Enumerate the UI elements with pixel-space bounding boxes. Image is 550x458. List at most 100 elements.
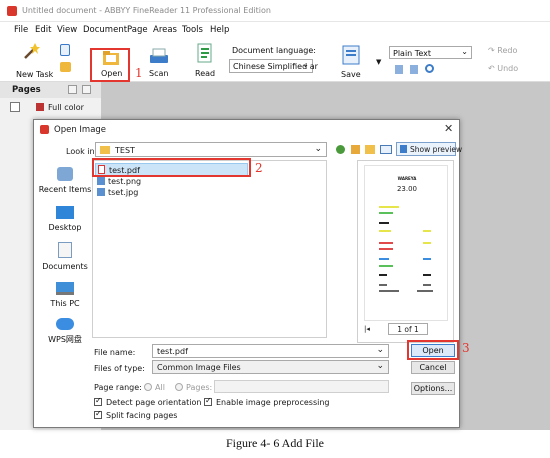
dialog-title-bar: Open Image ✕	[34, 120, 459, 140]
menu-file[interactable]: File	[14, 25, 28, 35]
new-task-button[interactable]: New Task	[12, 40, 53, 80]
preview-line	[379, 206, 399, 208]
back-icon[interactable]	[336, 145, 345, 154]
folder-open-icon	[103, 51, 119, 65]
redo-button[interactable]: ↷ Redo	[488, 46, 517, 55]
menu-page[interactable]: Page	[127, 25, 148, 35]
dialog-logo-icon	[40, 125, 49, 134]
up-folder-icon[interactable]	[351, 145, 360, 154]
detect-orientation-label: Detect page orientation	[106, 398, 202, 407]
menu-document[interactable]: Document	[83, 25, 127, 35]
color-mode-icon	[36, 103, 44, 111]
preview-line	[379, 230, 391, 232]
place-desktop[interactable]: Desktop	[34, 206, 96, 232]
preview-line	[379, 284, 387, 286]
files-of-type-value: Common Image Files	[157, 363, 241, 372]
place-label: Desktop	[48, 223, 82, 232]
read-label: Read	[195, 69, 216, 78]
format-option-icon[interactable]	[410, 65, 418, 74]
color-mode-label[interactable]: Full color	[48, 103, 84, 112]
app-logo-icon	[7, 6, 17, 16]
options-button[interactable]: Options...	[411, 382, 455, 395]
preview-amount: 23.00	[396, 185, 418, 193]
place-label: Recent Items	[38, 185, 92, 194]
recent-items-icon	[57, 167, 73, 181]
file-name-input[interactable]: test.pdf ⌄	[152, 344, 389, 358]
chevron-down-icon: ⌄	[461, 47, 468, 56]
panel-pin-icon[interactable]	[68, 85, 77, 94]
folder-icon	[100, 146, 110, 154]
menu-tools[interactable]: Tools	[182, 25, 203, 35]
show-preview-label: Show preview	[410, 145, 463, 154]
file-item[interactable]: test.png	[95, 176, 248, 187]
chevron-down-icon: ⌄	[376, 345, 384, 355]
annotation-2: 2	[255, 161, 263, 175]
split-facing-checkbox[interactable]	[94, 409, 102, 419]
view-menu-icon[interactable]	[380, 145, 392, 154]
save-format-select[interactable]: Plain Text ⌄	[389, 46, 472, 59]
places-bar: Recent Items Desktop Documents This PC W…	[36, 160, 94, 345]
look-in-select[interactable]: TEST ⌄	[95, 142, 327, 157]
search-icon[interactable]	[425, 64, 434, 73]
page-range-pages-label: Pages:	[186, 383, 213, 392]
open-folder-small-icon[interactable]	[60, 62, 71, 72]
detect-orientation-checkbox[interactable]	[94, 396, 102, 406]
place-documents[interactable]: Documents	[34, 242, 96, 271]
place-wps-cloud[interactable]: WPS网盘	[34, 318, 96, 345]
cancel-button[interactable]: Cancel	[411, 361, 455, 374]
menu-edit[interactable]: Edit	[35, 25, 51, 35]
preview-navigation: |◂	[364, 325, 380, 335]
magic-wand-icon	[24, 43, 40, 59]
menu-help[interactable]: Help	[210, 25, 229, 35]
format-option-icon[interactable]	[395, 65, 403, 74]
image-file-icon	[97, 177, 105, 185]
page-view-icon[interactable]	[10, 102, 20, 112]
chevron-down-icon: ⌄	[302, 60, 309, 69]
enable-preprocessing-checkbox[interactable]	[204, 396, 212, 406]
place-this-pc[interactable]: This PC	[34, 282, 96, 308]
panel-close-icon[interactable]	[82, 85, 91, 94]
new-folder-icon[interactable]	[365, 145, 375, 154]
dialog-title: Open Image	[54, 125, 107, 135]
open-button[interactable]: Open	[90, 48, 130, 82]
page-indicator: 1 of 1	[397, 325, 419, 334]
open-button-label: Open	[422, 346, 444, 355]
read-button[interactable]: Read	[190, 40, 220, 80]
preview-line	[423, 258, 431, 260]
preview-line	[423, 274, 431, 276]
document-language-select[interactable]: Chinese Simplified ar ⌄	[229, 59, 318, 73]
page-range-all-radio[interactable]	[144, 383, 152, 391]
page-range-input[interactable]	[214, 380, 389, 393]
files-of-type-select[interactable]: Common Image Files ⌄	[152, 360, 389, 374]
preview-line	[423, 242, 431, 244]
save-label: Save	[341, 70, 361, 79]
document-language-label: Document language:	[232, 46, 316, 55]
menu-areas[interactable]: Areas	[153, 25, 177, 35]
new-document-icon[interactable]	[60, 44, 70, 56]
cancel-button-label: Cancel	[419, 363, 447, 372]
chevron-down-icon: ⌄	[376, 361, 384, 371]
open-image-dialog: Open Image ✕ Look in: TEST ⌄ Show previe…	[33, 119, 470, 428]
preview-line	[379, 248, 393, 250]
open-dialog-button[interactable]: Open	[411, 344, 455, 357]
page-indicator-field[interactable]: 1 of 1	[388, 323, 428, 335]
page-range-pages-radio[interactable]	[175, 383, 183, 391]
undo-button[interactable]: ↶ Undo	[488, 64, 518, 73]
file-item[interactable]: tset.jpg	[95, 187, 248, 198]
title-bar: Untitled document - ABBYY FineReader 11 …	[0, 0, 550, 22]
file-list: test.pdf test.png tset.jpg	[92, 160, 327, 338]
scan-button[interactable]: Scan	[144, 40, 174, 80]
menu-view[interactable]: View	[57, 25, 77, 35]
save-button[interactable]: Save	[336, 40, 366, 80]
save-dropdown-icon[interactable]: ▼	[376, 58, 381, 66]
redo-label: Redo	[497, 46, 518, 55]
first-page-icon[interactable]: |◂	[364, 325, 370, 333]
cloud-icon	[56, 318, 74, 330]
place-label: Documents	[42, 262, 88, 271]
chevron-down-icon: ⌄	[314, 144, 322, 154]
show-preview-button[interactable]: Show preview	[396, 142, 462, 156]
look-in-value: TEST	[115, 146, 135, 155]
place-recent-items[interactable]: Recent Items	[34, 167, 96, 194]
enable-preprocessing-label: Enable image preprocessing	[216, 398, 330, 407]
close-icon[interactable]: ✕	[444, 122, 453, 135]
